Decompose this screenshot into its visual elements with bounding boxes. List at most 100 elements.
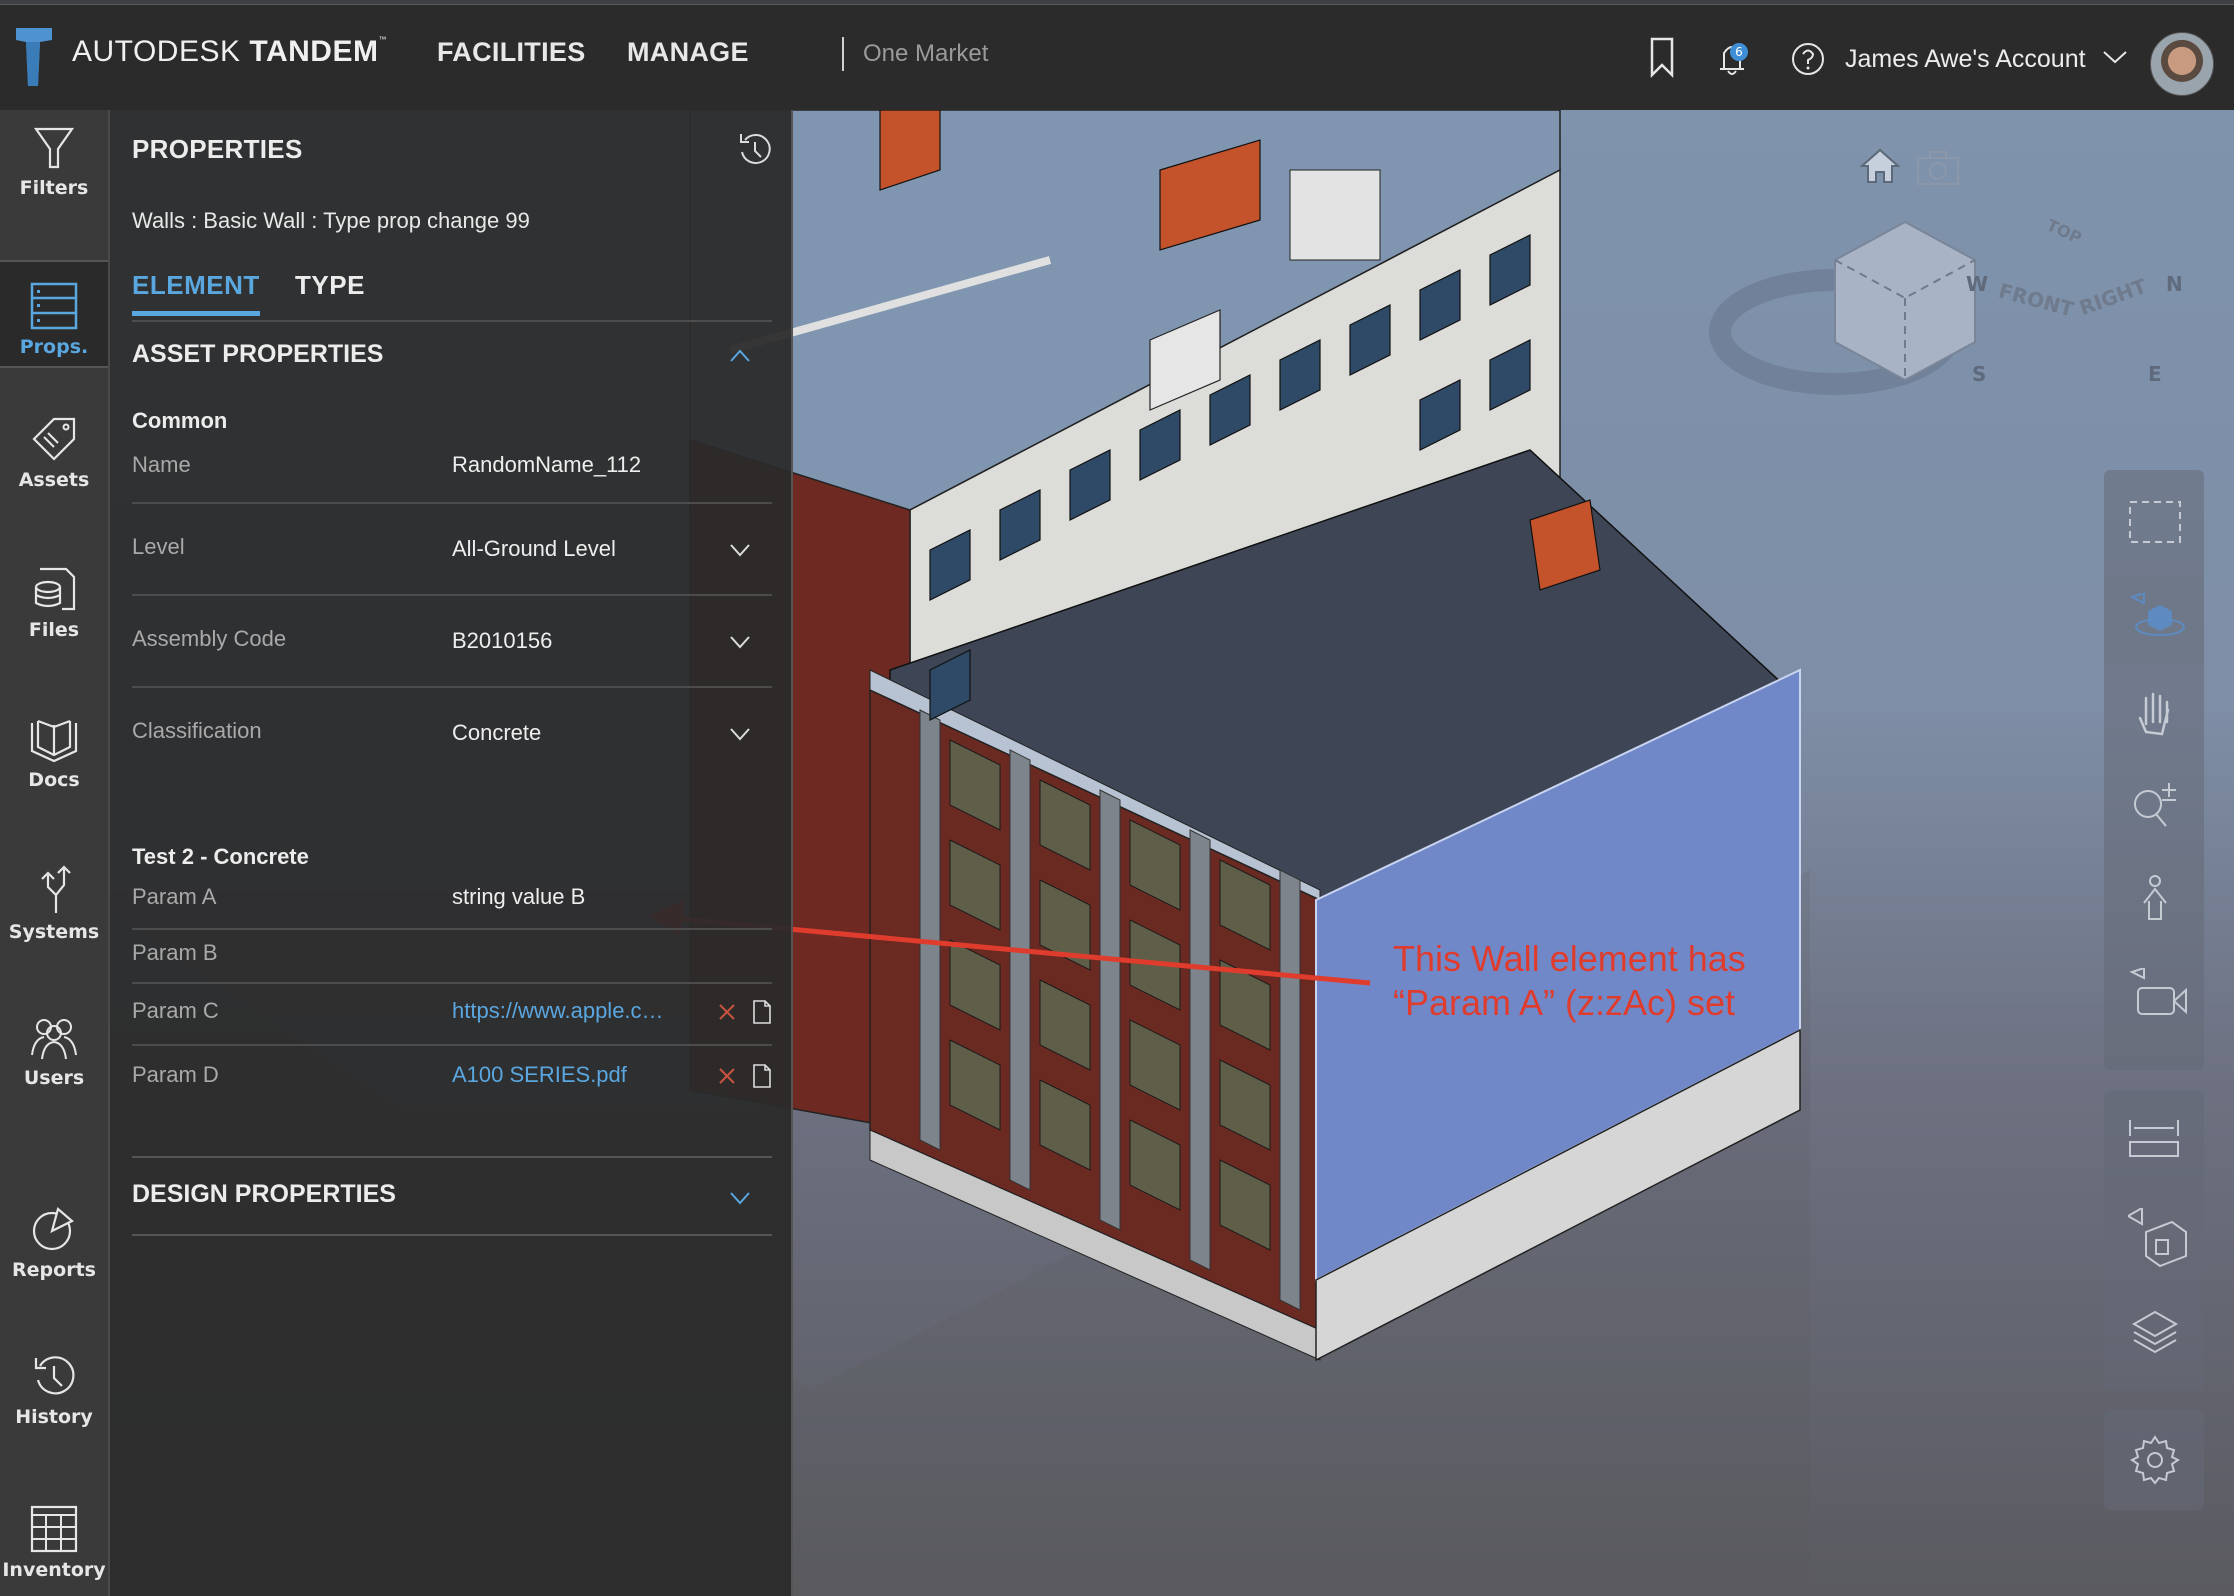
app-header: AUTODESK TANDEM™ FACILITIES MANAGE One M… [0,5,2234,110]
measure-tool[interactable] [2104,1100,2204,1190]
tab-element[interactable]: ELEMENT [132,270,260,316]
chevron-up-icon[interactable] [728,344,752,368]
box-select-tool[interactable] [2104,480,2204,570]
orbit-tool[interactable] [2104,575,2204,665]
left-sidebar: Filters Props. Assets Files Docs Systems… [0,110,110,1596]
compass-east: E [2148,362,2162,386]
settings-toolbar [2104,1410,2204,1510]
property-value[interactable]: Concrete [452,720,541,746]
property-key: Level [132,534,185,559]
filter-icon [33,127,75,169]
property-row-assembly-code: Assembly Code B2010156 [132,596,772,688]
first-person-tool[interactable] [2104,855,2204,945]
nav-manage[interactable]: MANAGE [627,37,749,68]
layers-icon [2131,1310,2179,1354]
tag-icon [32,417,76,461]
properties-tabs: ELEMENT TYPE [132,270,772,322]
camera-tool[interactable] [2104,950,2204,1040]
sidebar-item-users[interactable]: Users [0,1015,108,1089]
property-row-classification: Classification Concrete [132,688,772,780]
zoom-tool[interactable] [2104,760,2204,850]
camera-snapshot-icon [1917,151,1959,185]
design-properties-header[interactable]: DESIGN PROPERTIES [132,1170,772,1220]
file-icon[interactable] [752,1063,772,1089]
facility-name[interactable]: One Market [863,40,988,68]
sidebar-label: Assets [18,469,90,491]
notification-badge[interactable]: 6 [1730,43,1748,61]
viewcube[interactable] [1834,220,1976,382]
chevron-down-icon[interactable] [728,1186,752,1210]
header-divider [842,37,844,71]
users-icon [31,1019,77,1060]
property-value[interactable]: B2010156 [452,628,552,654]
property-row-param-a: Param A string value B [132,876,772,930]
property-key: Classification [132,718,262,743]
snapshot-button[interactable] [1916,150,1960,186]
sidebar-label: Props. [19,336,89,358]
property-row-param-d: Param D A100 SERIES.pdf [132,1046,772,1108]
table-icon [30,1505,78,1553]
section-title: DESIGN PROPERTIES [132,1180,396,1208]
split-arrows-icon [41,865,71,913]
property-row-param-b: Param B [132,930,772,984]
sidebar-item-props[interactable]: Props. [0,260,108,368]
account-menu[interactable]: James Awe's Account [1845,45,2086,74]
property-key: Param C [132,998,219,1023]
layers-tool[interactable] [2104,1290,2204,1380]
sidebar-item-reports[interactable]: Reports [0,1205,108,1281]
property-value[interactable]: RandomName_112 [452,452,641,478]
chevron-down-icon[interactable] [728,538,752,562]
brand-name: AUTODESK TANDEM™ [72,35,387,69]
book-icon [30,719,78,763]
home-view-button[interactable] [1858,146,1902,186]
sidebar-label: Files [28,619,80,641]
sidebar-item-filters[interactable]: Filters [0,125,108,260]
history-icon [34,1356,75,1395]
sidebar-item-history[interactable]: History [0,1352,108,1428]
panel-history-icon[interactable] [735,130,775,170]
pan-tool[interactable] [2104,670,2204,760]
property-key: Param A [132,884,217,909]
remove-x-icon[interactable] [717,1002,737,1022]
properties-panel: PROPERTIES Walls : Basic Wall : Type pro… [110,110,793,1596]
asset-properties-header[interactable]: ASSET PROPERTIES [132,332,772,382]
sidebar-item-systems[interactable]: Systems [0,865,108,943]
sidebar-label: Docs [28,769,80,791]
chevron-down-icon[interactable] [728,722,752,746]
sidebar-item-docs[interactable]: Docs [0,715,108,791]
file-icon[interactable] [752,999,772,1025]
trademark: ™ [378,35,387,44]
sidebar-item-inventory[interactable]: Inventory [0,1505,108,1581]
database-file-icon [34,567,76,611]
property-row-name: Name RandomName_112 [132,440,772,504]
section-tool[interactable] [2104,1190,2204,1280]
orbit-icon [2129,593,2185,636]
sidebar-item-files[interactable]: Files [0,565,108,641]
property-value[interactable]: string value B [452,884,585,910]
tab-type[interactable]: TYPE [295,270,365,311]
group-title-test2: Test 2 - Concrete [132,844,309,869]
property-row-level: Level All-Ground Level [132,504,772,596]
nav-facilities[interactable]: FACILITIES [437,37,586,68]
chevron-down-icon[interactable] [728,630,752,654]
zoom-icon [2134,783,2176,827]
sidebar-label: Users [23,1067,85,1089]
sidebar-label: History [15,1406,93,1428]
element-name: Walls : Basic Wall : Type prop change 99 [132,208,530,233]
sidebar-label: Reports [12,1259,96,1281]
section-title: ASSET PROPERTIES [132,340,384,368]
property-value[interactable]: All-Ground Level [452,536,616,562]
measure-ruler-icon [2129,1120,2179,1157]
sidebar-label: Filters [19,177,89,199]
user-avatar[interactable] [2150,32,2214,96]
property-link-value[interactable]: https://www.apple.c… [452,998,664,1024]
help-icon[interactable] [1788,35,1828,79]
account-chevron-down-icon[interactable] [2102,47,2128,67]
annotation-callout: This Wall element has “Param A” (z:zAc) … [1393,937,1746,1025]
property-key: Assembly Code [132,626,287,651]
remove-x-icon[interactable] [717,1066,737,1086]
sidebar-item-assets[interactable]: Assets [0,415,108,491]
settings-tool[interactable] [2104,1415,2204,1505]
bookmark-icon[interactable] [1642,35,1682,79]
property-link-value[interactable]: A100 SERIES.pdf [452,1062,627,1088]
